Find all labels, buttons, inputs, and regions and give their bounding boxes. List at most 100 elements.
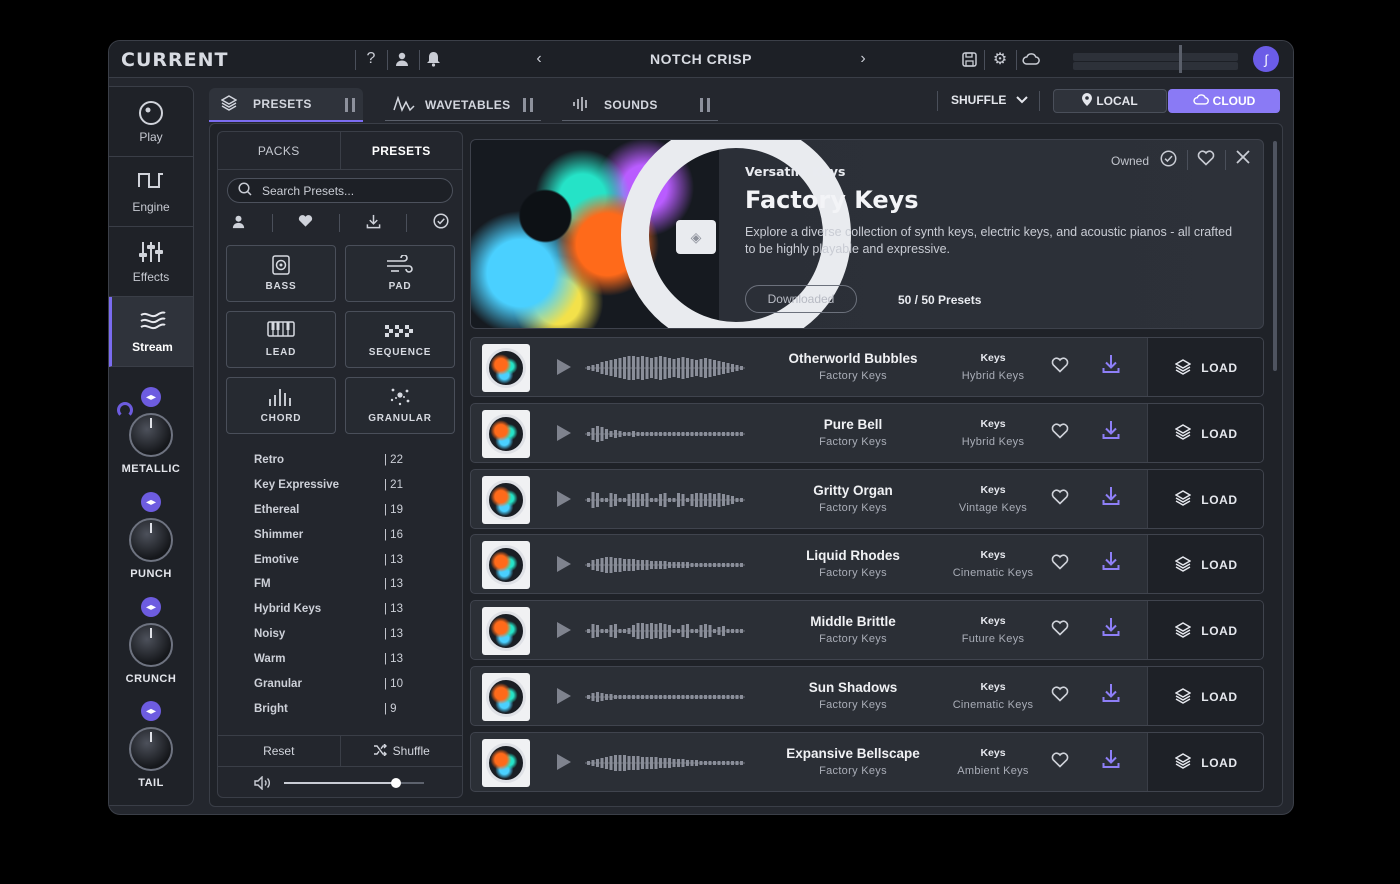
download-icon[interactable] [1102, 354, 1120, 379]
download-icon[interactable] [1102, 420, 1120, 445]
waveform-preview[interactable] [585, 749, 745, 777]
category-bass[interactable]: BASS [226, 245, 336, 302]
tag-filter[interactable]: Emotive | 13 [254, 554, 434, 574]
preset-row[interactable]: Sun Shadows Factory Keys Keys Cinematic Key… [470, 666, 1264, 726]
link-icon[interactable]: ◂▸ [141, 701, 161, 721]
tag-filter[interactable]: Retro | 22 [254, 454, 434, 474]
waveform-preview[interactable] [585, 420, 745, 448]
shuffle-button[interactable]: Shuffle [339, 736, 463, 766]
pause-icon[interactable] [700, 98, 710, 112]
chevron-left-icon[interactable]: ‹ [527, 47, 551, 71]
play-icon[interactable] [557, 688, 571, 704]
play-icon[interactable] [557, 490, 571, 507]
bell-icon[interactable] [421, 47, 445, 71]
link-icon[interactable]: ◂▸ [141, 492, 161, 512]
preset-row[interactable]: Pure Bell Factory Keys Keys Hybrid Keys LOAD [470, 402, 1264, 463]
waveform-preview[interactable] [585, 486, 745, 514]
cloud-icon[interactable] [1019, 47, 1043, 71]
user-icon[interactable] [390, 47, 414, 71]
preset-row[interactable]: Liquid Rhodes Factory Keys Keys Cinematic K… [470, 534, 1264, 595]
category-sequence[interactable]: SEQUENCE [345, 311, 455, 368]
link-icon[interactable]: ◂▸ [141, 387, 161, 407]
waveform-preview[interactable] [585, 617, 745, 645]
pause-icon[interactable] [523, 98, 533, 112]
help-icon[interactable]: ? [359, 47, 383, 71]
heart-icon[interactable] [1051, 357, 1069, 378]
link-icon[interactable]: ◂▸ [141, 597, 161, 617]
metallic-knob[interactable] [129, 413, 173, 457]
tag-filter[interactable]: Bright | 9 [254, 703, 434, 723]
preset-row[interactable]: Expansive Bellscape Factory Keys Keys Ambie… [470, 731, 1264, 792]
download-icon[interactable] [1102, 551, 1120, 576]
gear-icon[interactable]: ⚙ [988, 47, 1012, 71]
close-icon[interactable] [1236, 150, 1250, 169]
nav-item-engine[interactable]: Engine [109, 157, 193, 227]
load-button[interactable]: LOAD [1147, 601, 1263, 660]
load-button[interactable]: LOAD [1147, 338, 1263, 396]
download-icon[interactable] [1102, 486, 1120, 511]
download-icon[interactable] [1102, 683, 1120, 708]
list-scrollbar[interactable] [1273, 141, 1277, 371]
chevron-right-icon[interactable]: › [851, 47, 875, 71]
heart-icon[interactable] [1051, 752, 1069, 773]
nav-item-play[interactable]: Play [109, 87, 193, 157]
heart-filter-icon[interactable] [298, 214, 313, 232]
tag-filter[interactable]: Shimmer | 16 [254, 529, 434, 549]
tag-filter[interactable]: Hybrid Keys | 13 [254, 603, 434, 623]
local-button[interactable]: LOCAL [1053, 89, 1167, 113]
tab-presets[interactable]: PRESETS [209, 88, 363, 122]
heart-icon[interactable] [1197, 150, 1215, 171]
heart-icon[interactable] [1051, 554, 1069, 575]
waveform-preview[interactable] [585, 354, 745, 382]
tag-filter[interactable]: Granular | 10 [254, 678, 434, 698]
crunch-knob[interactable] [129, 623, 173, 667]
play-icon[interactable] [557, 359, 571, 375]
load-button[interactable]: LOAD [1147, 732, 1263, 791]
download-icon[interactable] [1102, 617, 1120, 642]
pause-icon[interactable] [345, 98, 355, 112]
shuffle-dropdown[interactable]: SHUFFLE [951, 93, 1029, 107]
tag-filter[interactable]: FM | 13 [254, 578, 434, 598]
load-button[interactable]: LOAD [1147, 403, 1263, 462]
play-icon[interactable] [557, 753, 571, 770]
waveform-preview[interactable] [585, 683, 745, 711]
heart-icon[interactable] [1051, 489, 1069, 510]
category-pad[interactable]: PAD [345, 245, 455, 302]
account-avatar[interactable]: ∫ [1253, 46, 1279, 72]
volume-thumb[interactable] [391, 778, 401, 788]
volume-slider[interactable] [284, 778, 424, 788]
punch-knob[interactable] [129, 518, 173, 562]
play-icon[interactable] [557, 556, 571, 573]
play-icon[interactable] [557, 622, 571, 639]
heart-icon[interactable] [1051, 686, 1069, 707]
category-granular[interactable]: GRANULAR [345, 377, 455, 434]
category-chord[interactable]: CHORD [226, 377, 336, 434]
download-icon[interactable] [1102, 749, 1120, 774]
cloud-button[interactable]: CLOUD [1168, 89, 1280, 113]
search-input[interactable]: Search Presets... [227, 178, 453, 203]
load-button[interactable]: LOAD [1147, 535, 1263, 594]
preset-row[interactable]: Gritty Organ Factory Keys Keys Vintage Keys… [470, 468, 1264, 529]
waveform-preview[interactable] [585, 551, 745, 579]
reset-button[interactable]: Reset [218, 736, 340, 766]
nav-item-effects[interactable]: Effects [109, 227, 193, 297]
preset-row[interactable]: Middle Brittle Factory Keys Keys Future Key… [470, 600, 1264, 661]
play-icon[interactable] [557, 424, 571, 441]
tab-sounds[interactable]: SOUNDS [562, 88, 718, 122]
save-icon[interactable] [957, 47, 981, 71]
load-button[interactable]: LOAD [1147, 469, 1263, 528]
tab-wavetables[interactable]: WAVETABLES [385, 88, 541, 122]
seg-presets[interactable]: PRESETS [341, 132, 463, 169]
nav-item-stream[interactable]: Stream [109, 297, 193, 367]
user-filter-icon[interactable] [231, 214, 246, 233]
tag-filter[interactable]: Key Expressive | 21 [254, 479, 434, 499]
downloaded-button[interactable]: Downloaded [745, 285, 857, 313]
download-filter-icon[interactable] [366, 214, 381, 233]
owned-check-filter-icon[interactable] [433, 213, 449, 233]
preset-row[interactable]: Otherworld Bubbles Factory Keys Keys Hybrid… [470, 337, 1264, 397]
tail-knob[interactable] [129, 727, 173, 771]
load-button[interactable]: LOAD [1147, 667, 1263, 725]
tag-filter[interactable]: Noisy | 13 [254, 628, 434, 648]
category-lead[interactable]: LEAD [226, 311, 336, 368]
seg-packs[interactable]: PACKS [218, 132, 341, 169]
